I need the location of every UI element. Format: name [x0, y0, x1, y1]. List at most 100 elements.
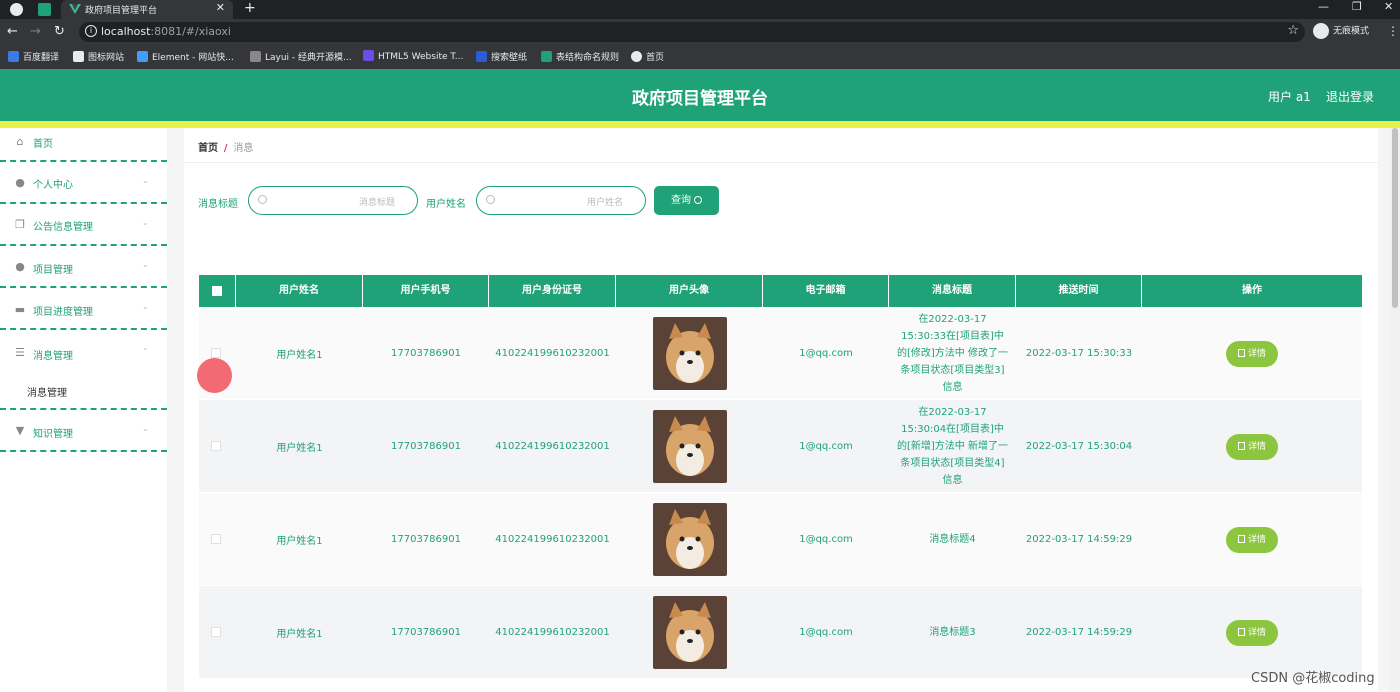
user-icon: ● — [15, 176, 25, 189]
minimize-icon[interactable]: — — [1318, 0, 1329, 13]
column-header: 消息标题 — [889, 275, 1016, 307]
bookmark-item[interactable]: 首页 — [631, 50, 664, 63]
submenu-label: 消息管理 — [27, 388, 67, 399]
bookmark-item[interactable]: HTML5 Website T... — [363, 50, 463, 62]
cell-actions: 详情 — [1142, 400, 1362, 493]
row-checkbox[interactable] — [211, 441, 221, 451]
incognito-icon — [1313, 23, 1329, 39]
scrollbar-thumb[interactable] — [1392, 128, 1398, 308]
breadcrumb-separator: / — [224, 143, 228, 154]
column-header: 电子邮箱 — [763, 275, 889, 307]
detail-button[interactable]: 详情 — [1226, 340, 1278, 367]
cell-avatar — [616, 586, 763, 679]
reload-icon[interactable]: ↻ — [54, 24, 65, 39]
table-row: 用户姓名1 17703786901 410224199610232001 1@q… — [199, 586, 1362, 679]
bookmark-item[interactable]: 搜索壁纸 — [476, 50, 527, 63]
close-window-icon[interactable]: ✕ — [1384, 0, 1393, 13]
tab-close-icon[interactable]: ✕ — [216, 1, 225, 14]
divider — [184, 162, 1378, 163]
user-avatar — [652, 503, 727, 576]
bookmarks-bar: 百度翻译 图标网站 Element - 网站快... Layui - 经典开源模… — [0, 45, 1400, 69]
breadcrumb: 首页 / 消息 — [198, 139, 253, 154]
user-avatar — [652, 596, 727, 669]
forward-icon[interactable]: → — [30, 24, 41, 39]
row-checkbox[interactable] — [211, 627, 221, 637]
search-icon — [694, 196, 702, 204]
submenu-item-messages[interactable]: 消息管理 — [0, 374, 167, 410]
select-all-checkbox[interactable] — [212, 286, 222, 296]
cell-message-title: 消息标题3 — [929, 627, 976, 638]
cell-avatar — [616, 307, 763, 400]
new-tab-button[interactable]: + — [244, 0, 256, 16]
sidebar-item-announcements[interactable]: ❐ 公告信息管理 ⌄ — [0, 204, 167, 246]
sidebar-item-progress[interactable]: ▬ 项目进度管理 ⌄ — [0, 288, 167, 330]
person-icon: ● — [15, 260, 25, 273]
detail-button[interactable]: 详情 — [1226, 433, 1278, 460]
pin-icon: ▼ — [15, 424, 25, 437]
table-row: 用户姓名1 17703786901 410224199610232001 1@q… — [199, 400, 1362, 493]
pinned-tab-icon[interactable] — [38, 3, 51, 16]
cell-email: 1@qq.com — [799, 627, 853, 638]
restore-icon[interactable]: ❐ — [1352, 0, 1362, 13]
bookmark-item[interactable]: Layui - 经典开源模... — [250, 50, 352, 63]
detail-button[interactable]: 详情 — [1226, 526, 1278, 553]
bookmark-favicon-icon — [476, 51, 487, 62]
title-search-input[interactable]: 消息标题 — [248, 186, 418, 215]
column-header: 用户身份证号 — [489, 275, 616, 307]
sidebar-item-label: 消息管理 — [33, 351, 73, 362]
home-icon: ⌂ — [16, 135, 24, 148]
sidebar-item-label: 项目进度管理 — [33, 307, 93, 318]
chevron-down-icon: ⌄ — [142, 260, 149, 269]
table-row: 用户姓名1 17703786901 410224199610232001 1@q… — [199, 307, 1362, 400]
bookmark-item[interactable]: Element - 网站快... — [137, 50, 234, 63]
cell-name: 用户姓名1 — [276, 536, 323, 547]
cell-push-time: 2022-03-17 14:59:29 — [1025, 627, 1133, 638]
cell-id-card: 410224199610232001 — [495, 348, 610, 359]
sidebar-item-label: 项目管理 — [33, 265, 73, 276]
name-search-input[interactable]: 用户姓名 — [476, 186, 646, 215]
bookmark-item[interactable]: 图标网站 — [73, 50, 124, 63]
sidebar-item-messages[interactable]: ☰ 消息管理 ⌃ — [0, 330, 167, 374]
browser-menu-icon[interactable]: ⋮ — [1387, 24, 1399, 38]
click-highlight — [197, 358, 232, 393]
search-icon — [258, 195, 267, 204]
bookmark-item[interactable]: 表结构命名规则 — [541, 50, 619, 63]
address-bar: ← → ↻ i localhost:8081/#/xiaoxi ☆ 无痕模式 ⋮ — [0, 19, 1400, 45]
cell-phone: 17703786901 — [391, 627, 461, 638]
row-checkbox[interactable] — [211, 348, 221, 358]
query-button[interactable]: 查询 — [654, 186, 719, 215]
cell-email: 1@qq.com — [799, 348, 853, 359]
browser-profile-icon[interactable] — [10, 3, 23, 16]
page-scrollbar[interactable] — [1390, 128, 1400, 692]
cell-message-title: 消息标题4 — [929, 534, 976, 545]
row-checkbox[interactable] — [211, 534, 221, 544]
sidebar-item-home[interactable]: ⌂ 首页 — [0, 128, 167, 162]
select-all-column — [199, 275, 236, 307]
logout-link[interactable]: 退出登录 — [1326, 88, 1374, 105]
sidebar-item-projects[interactable]: ● 项目管理 ⌄ — [0, 246, 167, 288]
incognito-indicator[interactable]: 无痕模式 — [1313, 23, 1369, 41]
back-icon[interactable]: ← — [7, 24, 18, 39]
bookmark-item[interactable]: 百度翻译 — [8, 50, 59, 63]
sidebar-item-personal-center[interactable]: ● 个人中心 ⌄ — [0, 162, 167, 204]
cell-id-card: 410224199610232001 — [495, 441, 610, 452]
sidebar-item-label: 公告信息管理 — [33, 222, 93, 233]
bookmark-favicon-icon — [73, 51, 84, 62]
sidebar-item-label: 首页 — [33, 139, 53, 150]
table-header: 用户姓名 用户手机号 用户身份证号 用户头像 电子邮箱 消息标题 推送时间 操作 — [199, 275, 1362, 307]
cell-name: 用户姓名1 — [276, 350, 323, 361]
detail-button[interactable]: 详情 — [1226, 619, 1278, 646]
sidebar-item-knowledge[interactable]: ▼ 知识管理 ⌄ — [0, 410, 167, 452]
cell-name: 用户姓名1 — [276, 443, 323, 454]
breadcrumb-home[interactable]: 首页 — [198, 143, 218, 154]
cell-phone: 17703786901 — [391, 348, 461, 359]
bookmark-favicon-icon — [631, 51, 642, 62]
cell-id-card: 410224199610232001 — [495, 534, 610, 545]
chevron-down-icon: ⌄ — [142, 424, 149, 433]
site-info-icon[interactable]: i — [85, 25, 97, 37]
bookmark-star-icon[interactable]: ☆ — [1287, 23, 1299, 38]
url-input[interactable]: i localhost:8081/#/xiaoxi ☆ — [79, 22, 1305, 42]
cell-push-time: 2022-03-17 15:30:33 — [1025, 348, 1133, 359]
browser-tab-active[interactable]: 政府项目管理平台 ✕ — [61, 0, 233, 19]
sidebar-item-label: 知识管理 — [33, 429, 73, 440]
